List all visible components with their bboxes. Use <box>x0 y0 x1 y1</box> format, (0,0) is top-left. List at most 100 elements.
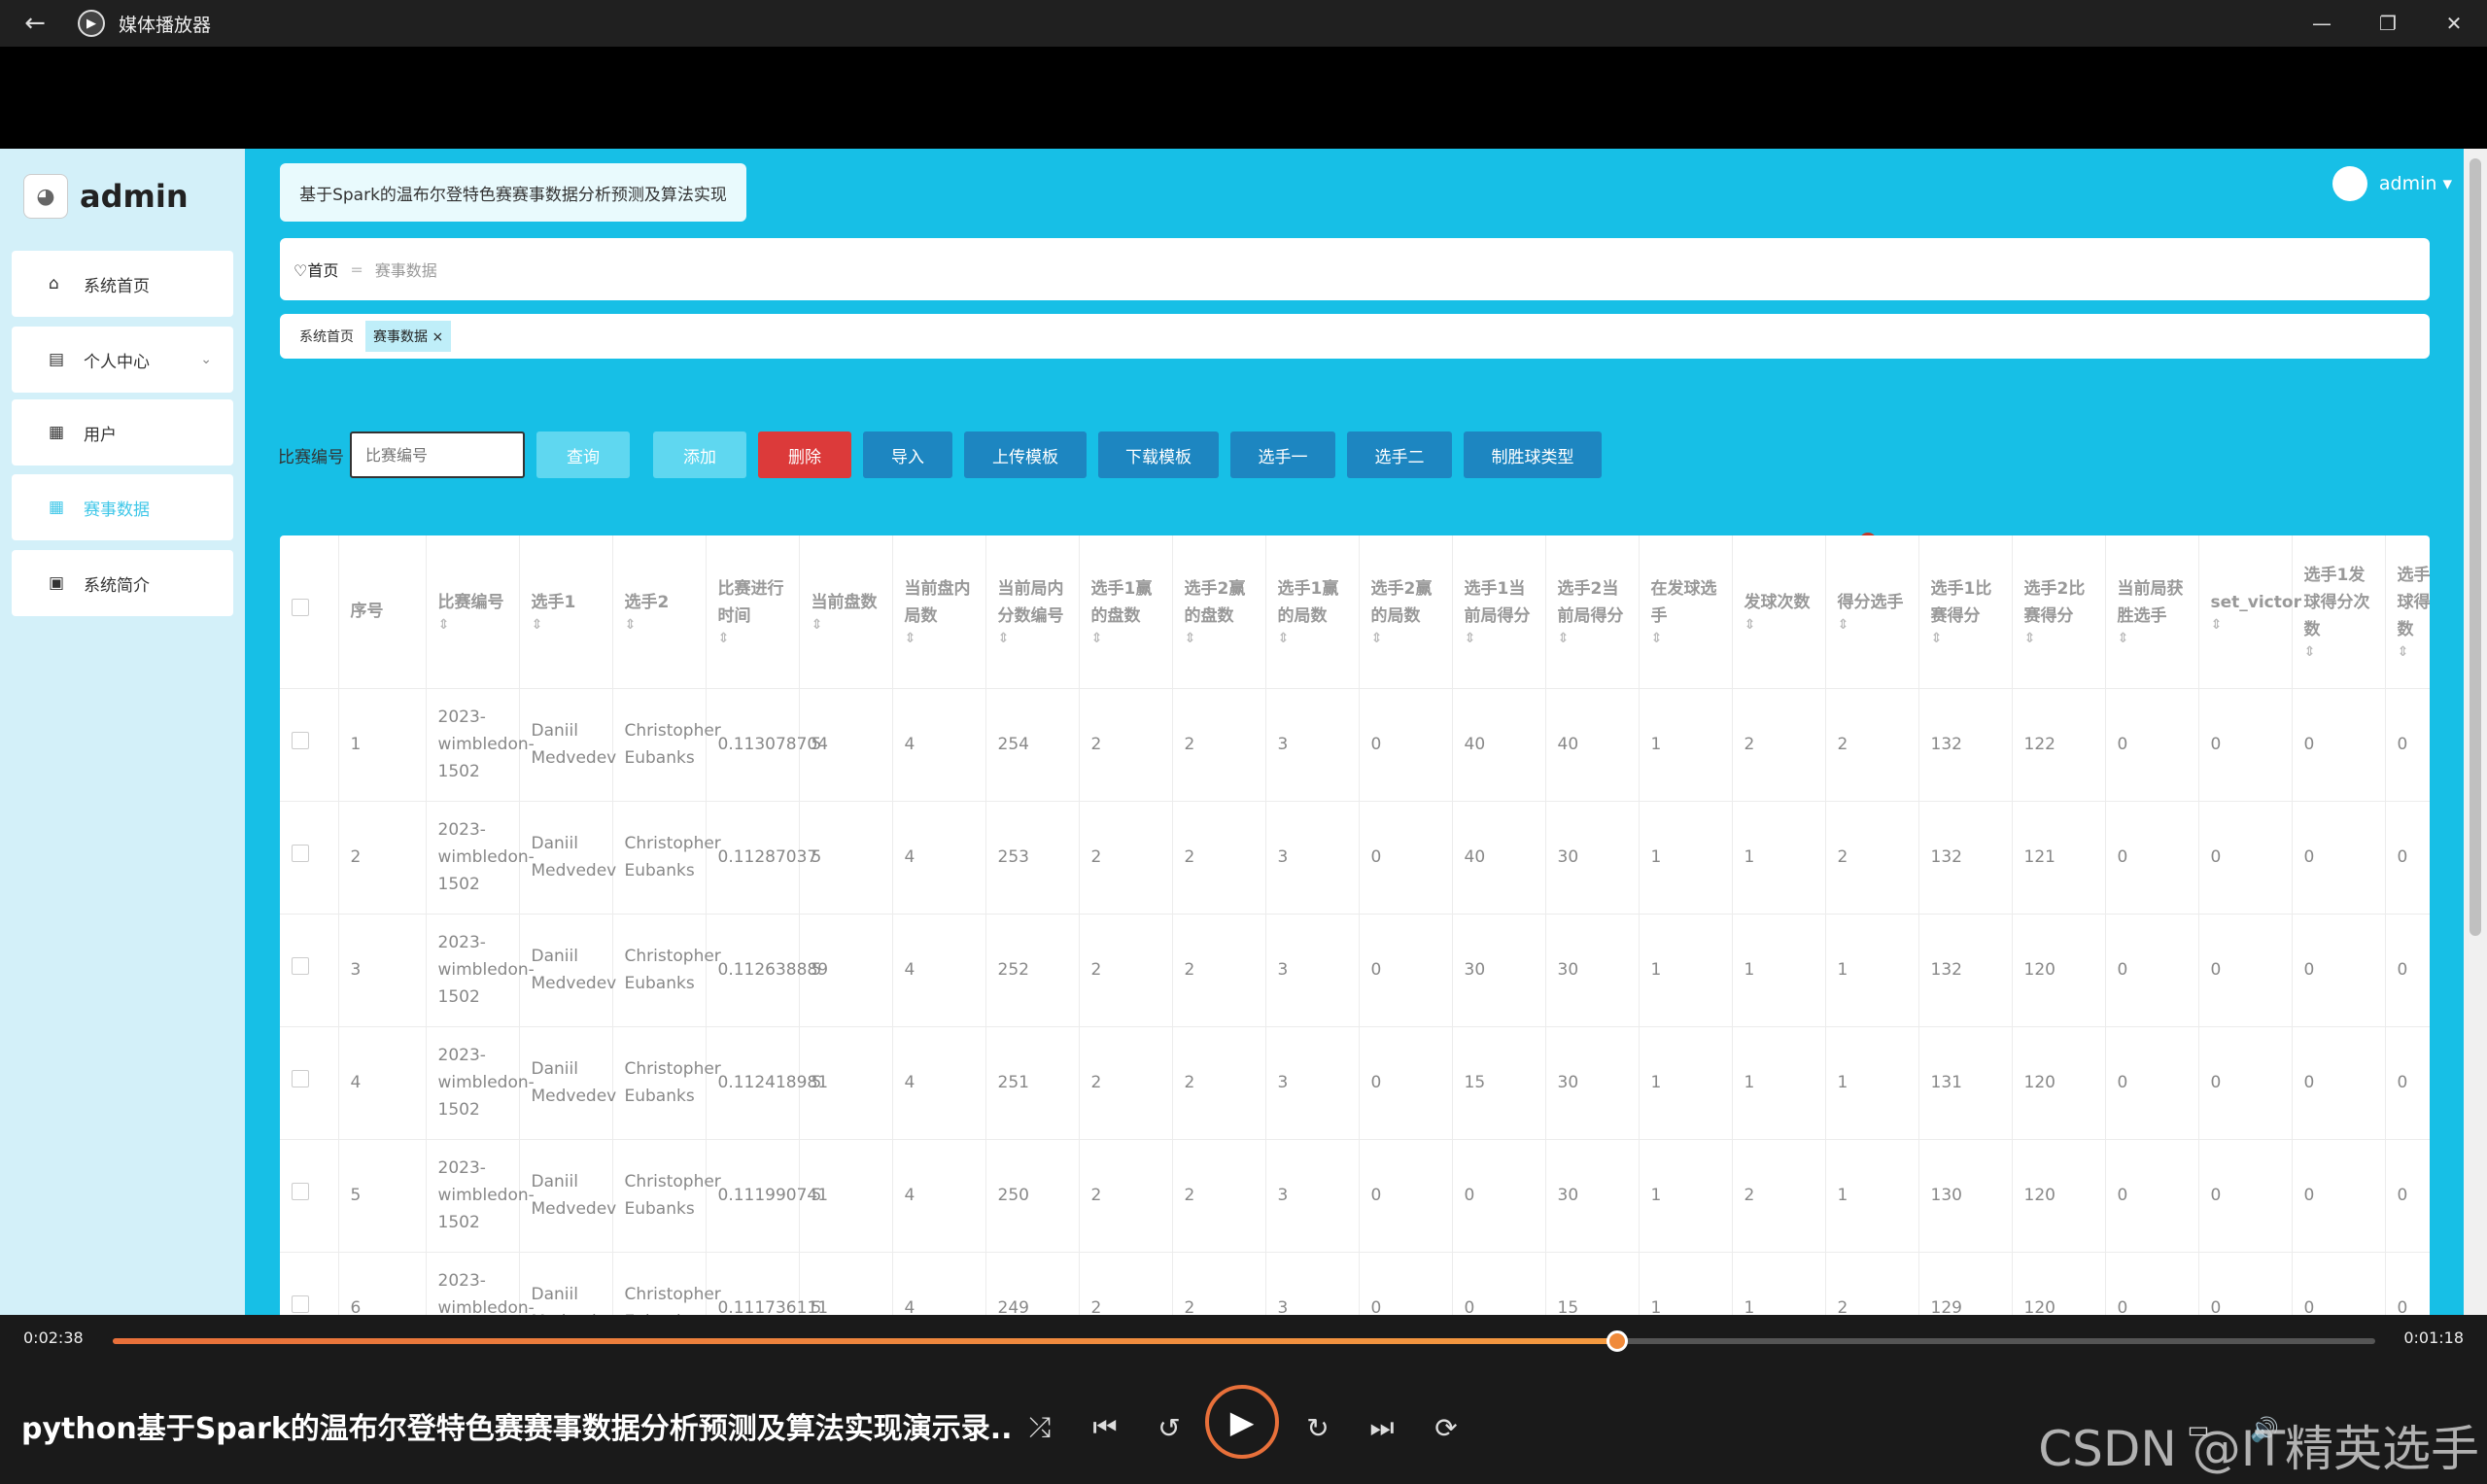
table-cell: 0 <box>2105 801 2199 915</box>
add-button[interactable]: 添加 <box>653 431 746 478</box>
sidebar-item-profile[interactable]: ▤ 个人中心 ⌄ <box>12 327 233 393</box>
column-header[interactable]: 选手1当前局得分 ⇕ <box>1452 535 1546 689</box>
sort-icon[interactable]: ⇕ <box>1185 630 1254 647</box>
delete-button[interactable]: 删除 <box>758 431 851 478</box>
column-header[interactable]: 比赛进行时间 ⇕ <box>706 535 800 689</box>
sort-icon[interactable]: ⇕ <box>1558 630 1627 647</box>
upload-template-button[interactable]: 上传模板 <box>964 431 1087 478</box>
row-checkbox[interactable] <box>292 1070 309 1087</box>
tag-match-data[interactable]: 赛事数据 × <box>365 321 452 352</box>
table-row[interactable]: 4 2023-wimbledon-1502 Daniil Medvedev Chris… <box>280 1026 2430 1140</box>
column-header[interactable]: 选手2比赛得分 ⇕ <box>2012 535 2106 689</box>
sort-icon[interactable]: ⇕ <box>2304 643 2373 661</box>
winner-type-button[interactable]: 制胜球类型 <box>1464 431 1602 478</box>
progress-bar[interactable] <box>113 1330 2375 1352</box>
sort-icon[interactable]: ⇕ <box>1931 630 2000 647</box>
progress-handle[interactable] <box>1606 1330 1629 1352</box>
row-checkbox[interactable] <box>292 845 309 862</box>
player-one-button[interactable]: 选手一 <box>1230 431 1335 478</box>
sort-icon[interactable]: ⇕ <box>998 630 1067 647</box>
search-input[interactable] <box>350 431 525 478</box>
play-button[interactable]: ▶ <box>1205 1385 1279 1459</box>
sort-icon[interactable]: ⇕ <box>2211 616 2280 634</box>
sort-icon[interactable]: ⇕ <box>2398 643 2431 661</box>
sort-icon[interactable]: ⇕ <box>1091 630 1160 647</box>
user-menu[interactable]: admin ▾ <box>2332 166 2452 201</box>
column-header[interactable]: 比赛编号 ⇕ <box>426 535 520 689</box>
column-header[interactable]: 当前盘数 ⇕ <box>799 535 893 689</box>
column-header[interactable]: 选手2赢的局数 ⇕ <box>1359 535 1453 689</box>
row-checkbox[interactable] <box>292 957 309 975</box>
column-header[interactable]: 当前局获胜选手 ⇕ <box>2105 535 2199 689</box>
download-template-button[interactable]: 下载模板 <box>1098 431 1219 478</box>
column-header[interactable]: 发球次数 ⇕ <box>1732 535 1826 689</box>
sort-icon[interactable]: ⇕ <box>1651 630 1720 647</box>
sort-icon[interactable]: ⇕ <box>1371 630 1440 647</box>
table-row[interactable]: 5 2023-wimbledon-1502 Daniil Medvedev Chris… <box>280 1139 2430 1253</box>
column-header[interactable]: 选手2发球得分次数 ⇕ <box>2385 535 2431 689</box>
table-cell: 0 <box>2105 1026 2199 1140</box>
page-scrollbar[interactable] <box>2464 149 2487 1315</box>
rewind-10-icon[interactable]: ↺ <box>1150 1408 1189 1447</box>
maximize-button[interactable]: ❐ <box>2355 0 2421 47</box>
sort-icon[interactable]: ⇕ <box>718 630 787 647</box>
table-cell: 15 <box>1452 1026 1546 1140</box>
sort-icon[interactable]: ⇕ <box>625 616 694 634</box>
sort-icon[interactable]: ⇕ <box>1465 630 1534 647</box>
sort-icon[interactable]: ⇕ <box>438 616 507 634</box>
repeat-icon[interactable]: ⟳ <box>1427 1408 1466 1447</box>
column-header[interactable]: 选手2 ⇕ <box>612 535 707 689</box>
table-cell: 5 <box>799 1252 893 1315</box>
sort-icon[interactable]: ⇕ <box>905 630 974 647</box>
shuffle-icon[interactable]: ⤮ <box>1020 1408 1059 1447</box>
sort-icon[interactable]: ⇕ <box>1838 616 1907 634</box>
row-checkbox[interactable] <box>292 1183 309 1200</box>
column-header[interactable]: 选手1赢的盘数 ⇕ <box>1079 535 1173 689</box>
sidebar-item-home[interactable]: ⌂ 系统首页 <box>12 251 233 317</box>
table-row[interactable]: 2 2023-wimbledon-1502 Daniil Medvedev Chris… <box>280 801 2430 915</box>
breadcrumb-home[interactable]: ♡首页 <box>294 258 338 281</box>
column-header[interactable]: 选手1赢的局数 ⇕ <box>1265 535 1360 689</box>
table-row[interactable]: 62023-wimbledon-1502Daniil MedvedevChris… <box>280 1252 2430 1315</box>
sidebar-item-about[interactable]: ▣ 系统简介 <box>12 550 233 616</box>
query-button[interactable]: 查询 <box>536 431 630 478</box>
player-two-button[interactable]: 选手二 <box>1347 431 1452 478</box>
column-header[interactable]: set_victor ⇕ <box>2198 535 2301 689</box>
column-header[interactable]: 选手2当前局得分 ⇕ <box>1545 535 1640 689</box>
column-header[interactable]: 选手1比赛得分 ⇕ <box>1918 535 2013 689</box>
table-cell: 3 <box>1265 1026 1360 1140</box>
table-cell: 1 <box>1732 1026 1826 1140</box>
table-row[interactable]: 1 2023-wimbledon-1502 Daniil Medvedev Chris… <box>280 688 2430 802</box>
column-header[interactable]: 选手2赢的盘数 ⇕ <box>1172 535 1266 689</box>
sort-icon[interactable]: ⇕ <box>1278 630 1347 647</box>
sidebar-item-users[interactable]: ▦ 用户 <box>12 399 233 466</box>
column-header[interactable]: 选手1发球得分次数 ⇕ <box>2292 535 2386 689</box>
table-cell: 0 <box>2385 914 2430 1027</box>
sort-icon[interactable]: ⇕ <box>2024 630 2093 647</box>
scrollbar-thumb[interactable] <box>2470 158 2481 936</box>
sort-icon[interactable]: ⇕ <box>532 616 601 634</box>
column-header[interactable]: 在发球选手 ⇕ <box>1639 535 1733 689</box>
column-header[interactable]: 当前盘内局数 ⇕ <box>892 535 986 689</box>
forward-30-icon[interactable]: ↻ <box>1298 1408 1337 1447</box>
column-header[interactable]: 当前局内分数编号 ⇕ <box>985 535 1080 689</box>
sort-icon[interactable]: ⇕ <box>2118 630 2187 647</box>
table-cell: 1 <box>1639 801 1733 915</box>
table-row[interactable]: 3 2023-wimbledon-1502 Daniil Medvedev Chris… <box>280 914 2430 1027</box>
sort-icon[interactable]: ⇕ <box>812 616 881 634</box>
back-arrow-icon[interactable]: ← <box>12 0 58 47</box>
minimize-button[interactable]: — <box>2289 0 2355 47</box>
column-header[interactable]: 序号 <box>338 535 427 689</box>
import-button[interactable]: 导入 <box>863 431 952 478</box>
sidebar-item-match-data[interactable]: ▦ 赛事数据 <box>12 474 233 540</box>
row-checkbox[interactable] <box>292 732 309 749</box>
column-header[interactable]: 得分选手 ⇕ <box>1825 535 1919 689</box>
select-all-checkbox[interactable] <box>292 599 309 617</box>
next-icon[interactable]: ⏭ <box>1363 1408 1401 1447</box>
previous-icon[interactable]: ⏮ <box>1086 1408 1124 1447</box>
tag-home[interactable]: 系统首页 <box>299 327 354 346</box>
close-button[interactable]: ✕ <box>2421 0 2487 47</box>
sort-icon[interactable]: ⇕ <box>1744 616 1813 634</box>
row-checkbox[interactable] <box>292 1295 309 1313</box>
column-header[interactable]: 选手1 ⇕ <box>519 535 613 689</box>
